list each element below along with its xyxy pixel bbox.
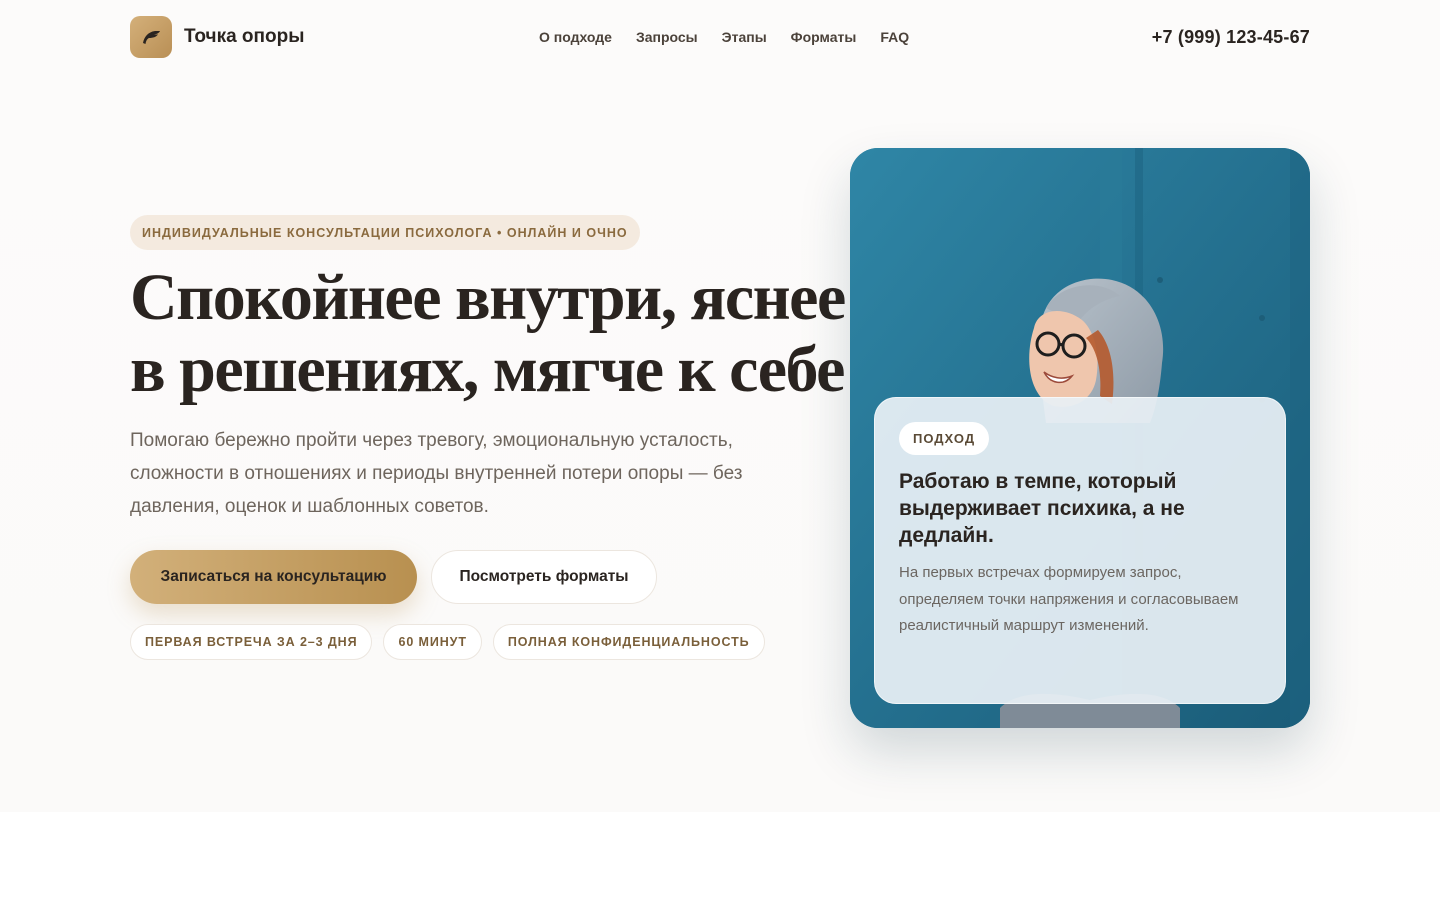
hero-title: Спокойнее внутри, яснее в решениях, мягч… xyxy=(130,262,850,406)
nav-link-formats[interactable]: Форматы xyxy=(791,29,857,45)
hero-chips: ПЕРВАЯ ВСТРЕЧА ЗА 2–3 ДНЯ 60 МИНУТ ПОЛНА… xyxy=(130,624,765,660)
approach-card: ПОДХОД Работаю в темпе, который выдержив… xyxy=(874,397,1286,704)
site-header: Точка опоры О подходе Запросы Этапы Форм… xyxy=(130,16,1310,58)
hero-eyebrow: ИНДИВИДУАЛЬНЫЕ КОНСУЛЬТАЦИИ ПСИХОЛОГА • … xyxy=(130,215,640,250)
nav-link-approach[interactable]: О подходе xyxy=(539,29,612,45)
approach-text: На первых встречах формируем запрос, опр… xyxy=(899,564,1239,634)
feather-icon xyxy=(143,31,160,44)
nav-link-faq[interactable]: FAQ xyxy=(880,29,909,45)
main-nav: О подходе Запросы Этапы Форматы FAQ xyxy=(539,16,909,58)
hero-title-line-2: в решениях, мягче к себе xyxy=(130,333,845,406)
hero-title-line-1: Спокойнее внутри, яснее xyxy=(130,261,846,334)
view-formats-button[interactable]: Посмотреть форматы xyxy=(431,550,657,604)
phone-link[interactable]: +7 (999) 123-45-67 xyxy=(1152,16,1310,58)
approach-badge: ПОДХОД xyxy=(899,422,990,455)
nav-link-stages[interactable]: Этапы xyxy=(722,29,767,45)
hero-description: Помогаю бережно пройти через тревогу, эм… xyxy=(130,430,743,517)
approach-title: Работаю в темпе, который выдерживает пси… xyxy=(899,470,1185,547)
brand-name[interactable]: Точка опоры xyxy=(184,26,304,48)
chip-confidentiality: ПОЛНАЯ КОНФИДЕНЦИАЛЬНОСТЬ xyxy=(492,624,765,660)
book-consultation-button[interactable]: Записаться на консультацию xyxy=(130,550,417,604)
chip-duration: 60 МИНУТ xyxy=(383,624,482,660)
logo[interactable] xyxy=(130,16,172,58)
chip-first-meeting: ПЕРВАЯ ВСТРЕЧА ЗА 2–3 ДНЯ xyxy=(130,624,373,660)
nav-link-requests[interactable]: Запросы xyxy=(636,29,698,45)
